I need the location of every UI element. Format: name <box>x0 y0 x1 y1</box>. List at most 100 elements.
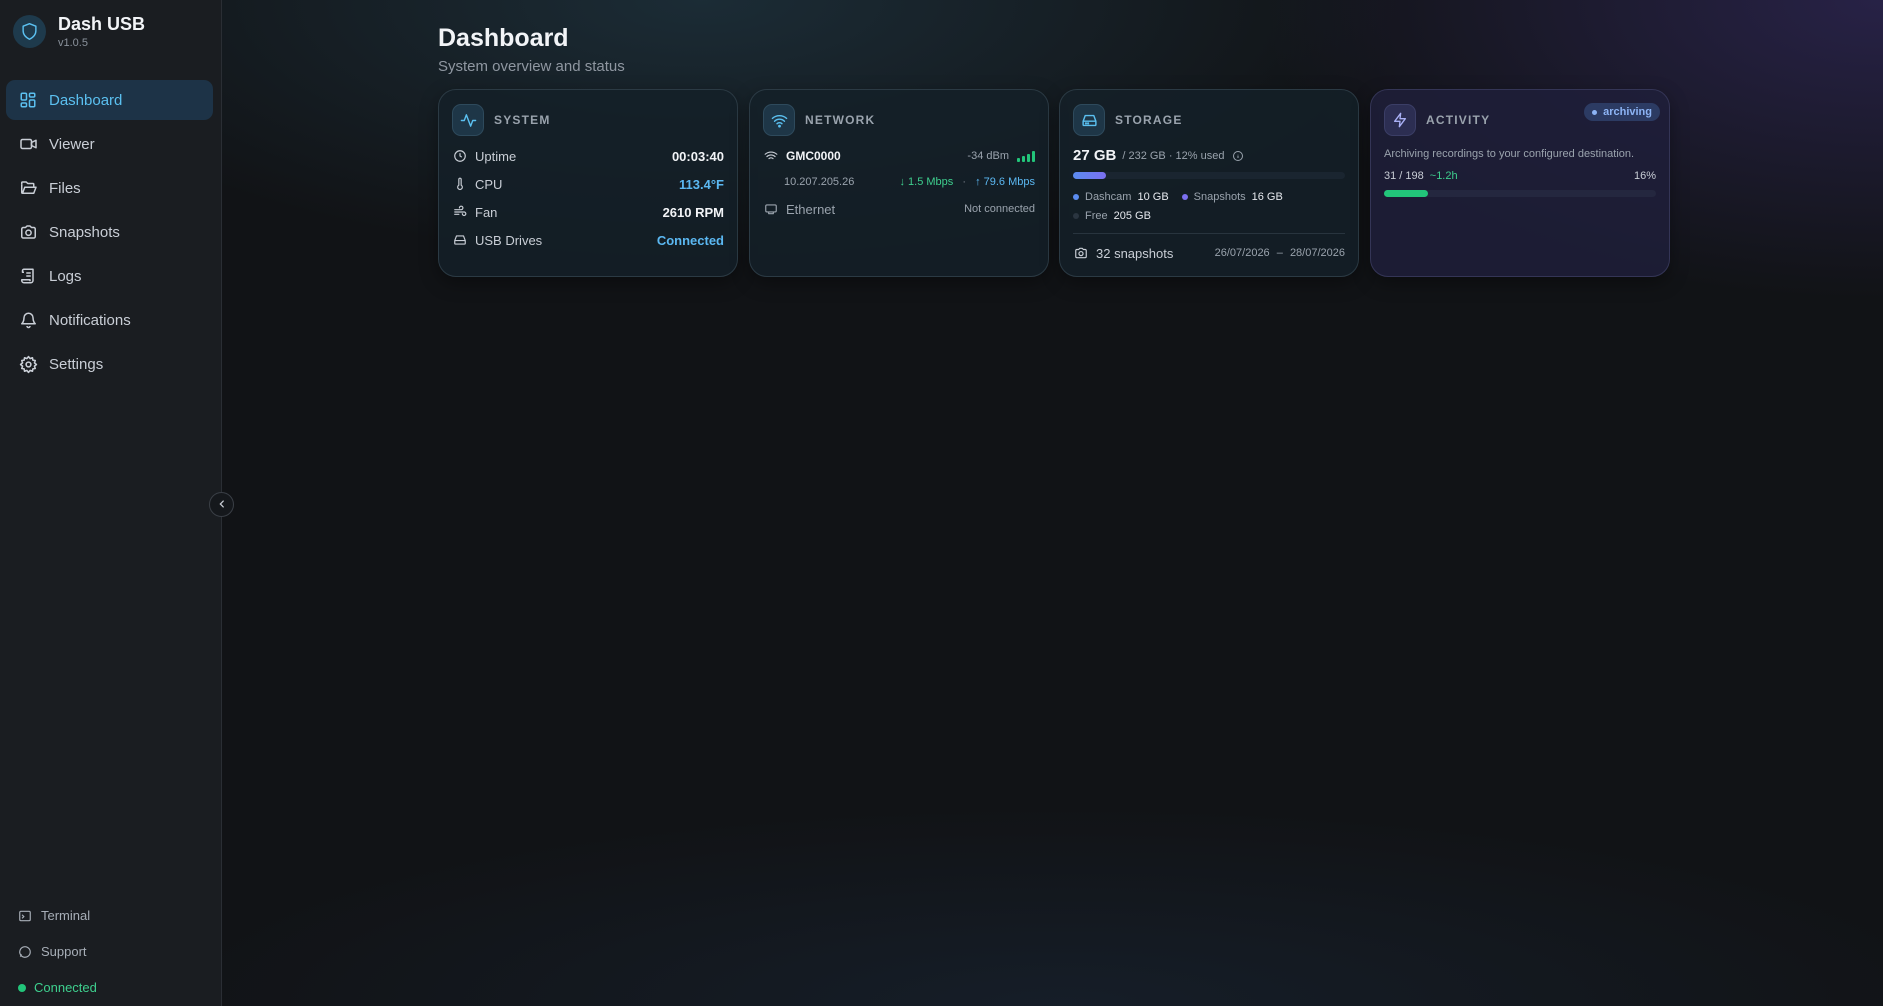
sidebar-nav: Dashboard Viewer Files Snapshots Logs No… <box>6 80 213 388</box>
cpu-row: CPU 113.4°F <box>452 176 724 192</box>
signal-bar <box>1022 155 1025 162</box>
usb-drives-value: Connected <box>656 232 724 248</box>
sidebar: Dash USB v1.0.5 Dashboard Viewer Files S… <box>0 0 234 1006</box>
brand[interactable]: Dash USB v1.0.5 <box>13 14 145 49</box>
dashcam-value: 10 GB <box>1137 191 1169 203</box>
status-dot <box>18 983 26 992</box>
ethernet-row: Ethernet Not connected <box>763 201 1035 217</box>
dashboard-icon <box>18 90 38 110</box>
download-speed: ↓ 1.5 Mbps <box>899 176 954 188</box>
fan-label: Fan <box>475 204 498 220</box>
sidebar-item-label: Snapshots <box>49 223 120 241</box>
ip-address: 10.207.205.26 <box>784 176 855 188</box>
sidebar-item-label: Viewer <box>49 135 95 153</box>
system-card[interactable]: SYSTEM Uptime 00:03:40 CPU 113.4°F Fan 2… <box>438 89 738 277</box>
sidebar-item-logs[interactable]: Logs <box>6 256 213 296</box>
wifi-details-row: 10.207.205.26 ↓ 1.5 Mbps · ↑ 79.6 Mbps <box>763 176 1035 188</box>
clock-icon <box>452 148 468 164</box>
snapshot-summary-row: 32 snapshots 26/07/2026 – 28/07/2026 <box>1073 245 1345 261</box>
storage-progress-bar <box>1073 172 1345 179</box>
ethernet-icon <box>763 201 779 217</box>
snapshot-date-to: 28/07/2026 <box>1289 247 1345 259</box>
app-version: v1.0.5 <box>58 37 88 49</box>
signal-bars-icon <box>1015 150 1035 162</box>
chevron-left-icon <box>217 496 227 514</box>
activity-description: Archiving recordings to your configured … <box>1384 148 1635 160</box>
archive-eta: ~1.2h <box>1429 170 1458 182</box>
archive-progress-fill <box>1384 190 1428 197</box>
signal-bar <box>1032 150 1035 162</box>
sidebar-item-dashboard[interactable]: Dashboard <box>6 80 213 120</box>
support-label: Support <box>41 944 87 959</box>
sidebar-item-label: Logs <box>49 267 82 285</box>
uptime-label: Uptime <box>475 148 517 164</box>
sidebar-item-snapshots[interactable]: Snapshots <box>6 212 213 252</box>
snapshots-label: Snapshots <box>1193 191 1246 203</box>
thermometer-icon <box>452 176 468 192</box>
gear-icon <box>18 354 38 374</box>
terminal-icon <box>18 908 33 923</box>
dashcam-label: Dashcam <box>1085 191 1132 203</box>
wifi-icon <box>763 104 795 136</box>
hard-drive-icon <box>1073 104 1105 136</box>
main-content: Dashboard System overview and status SYS… <box>222 0 1883 1006</box>
sidebar-item-settings[interactable]: Settings <box>6 344 213 384</box>
sidebar-item-label: Settings <box>49 355 104 373</box>
cpu-label: CPU <box>475 176 503 192</box>
wifi-row: GMC0000 -34 dBm <box>763 148 1035 164</box>
uptime-value: 00:03:40 <box>671 148 724 164</box>
storage-usage-row: 27 GB / 232 GB · 12% used <box>1073 147 1345 164</box>
signal-bar <box>1017 157 1020 162</box>
system-card-title: SYSTEM <box>494 113 551 127</box>
upload-speed: ↑ 79.6 Mbps <box>975 176 1035 188</box>
activity-pulse-icon <box>452 104 484 136</box>
ethernet-status: Not connected <box>964 203 1035 215</box>
dashcam-legend-dot <box>1073 194 1079 200</box>
snapshots-value: 16 GB <box>1251 191 1283 203</box>
badge-dot <box>1592 109 1598 115</box>
wifi-ssid: GMC0000 <box>786 149 841 163</box>
video-icon <box>18 134 38 154</box>
lightning-icon <box>1384 104 1416 136</box>
camera-icon <box>18 222 38 242</box>
storage-free-row: Free 205 GB <box>1073 210 1345 222</box>
cpu-value: 113.4°F <box>679 176 724 192</box>
sidebar-item-files[interactable]: Files <box>6 168 213 208</box>
storage-legend-row: Dashcam 10 GB Snapshots 16 GB <box>1073 191 1345 203</box>
wind-icon <box>452 204 468 220</box>
archive-percent: 16% <box>1633 170 1656 182</box>
connection-status-label: Connected <box>34 980 97 995</box>
storage-total: / 232 GB · 12% used <box>1122 149 1225 162</box>
connection-status: Connected <box>18 980 97 995</box>
terminal-label: Terminal <box>41 908 91 923</box>
app-name: Dash USB <box>58 14 146 34</box>
free-label: Free <box>1085 210 1108 222</box>
activity-card[interactable]: ACTIVITY archiving Archiving recordings … <box>1370 89 1670 277</box>
sidebar-item-notifications[interactable]: Notifications <box>6 300 213 340</box>
date-separator: – <box>1276 247 1283 259</box>
archiving-badge-label: archiving <box>1603 106 1652 118</box>
network-card-title: NETWORK <box>805 113 876 127</box>
network-card[interactable]: NETWORK GMC0000 -34 dBm 10.207.205.26 ↓ … <box>749 89 1049 277</box>
archive-progress-bar <box>1384 190 1656 197</box>
activity-progress-row: 31 / 198 ~1.2h 16% <box>1384 170 1656 182</box>
signal-bar <box>1027 153 1030 162</box>
snapshots-legend-dot <box>1181 194 1188 200</box>
terminal-link[interactable]: Terminal <box>18 908 90 923</box>
chat-bubble-icon <box>18 944 33 959</box>
info-icon[interactable] <box>1232 150 1244 162</box>
fan-row: Fan 2610 RPM <box>452 204 724 220</box>
sidebar-item-label: Notifications <box>49 311 131 329</box>
snapshot-count: 32 snapshots <box>1096 245 1174 261</box>
sidebar-item-viewer[interactable]: Viewer <box>6 124 213 164</box>
storage-card[interactable]: STORAGE 27 GB / 232 GB · 12% used Dashca… <box>1059 89 1359 277</box>
free-value: 205 GB <box>1113 210 1151 222</box>
archive-count: 31 / 198 <box>1384 170 1424 182</box>
wifi-small-icon <box>763 148 779 164</box>
support-link[interactable]: Support <box>18 944 87 959</box>
page-subtitle: System overview and status <box>438 58 625 75</box>
storage-card-title: STORAGE <box>1115 113 1183 127</box>
fan-value: 2610 RPM <box>662 204 724 220</box>
sidebar-collapse-button[interactable] <box>209 492 234 517</box>
speed-separator: · <box>962 176 967 188</box>
